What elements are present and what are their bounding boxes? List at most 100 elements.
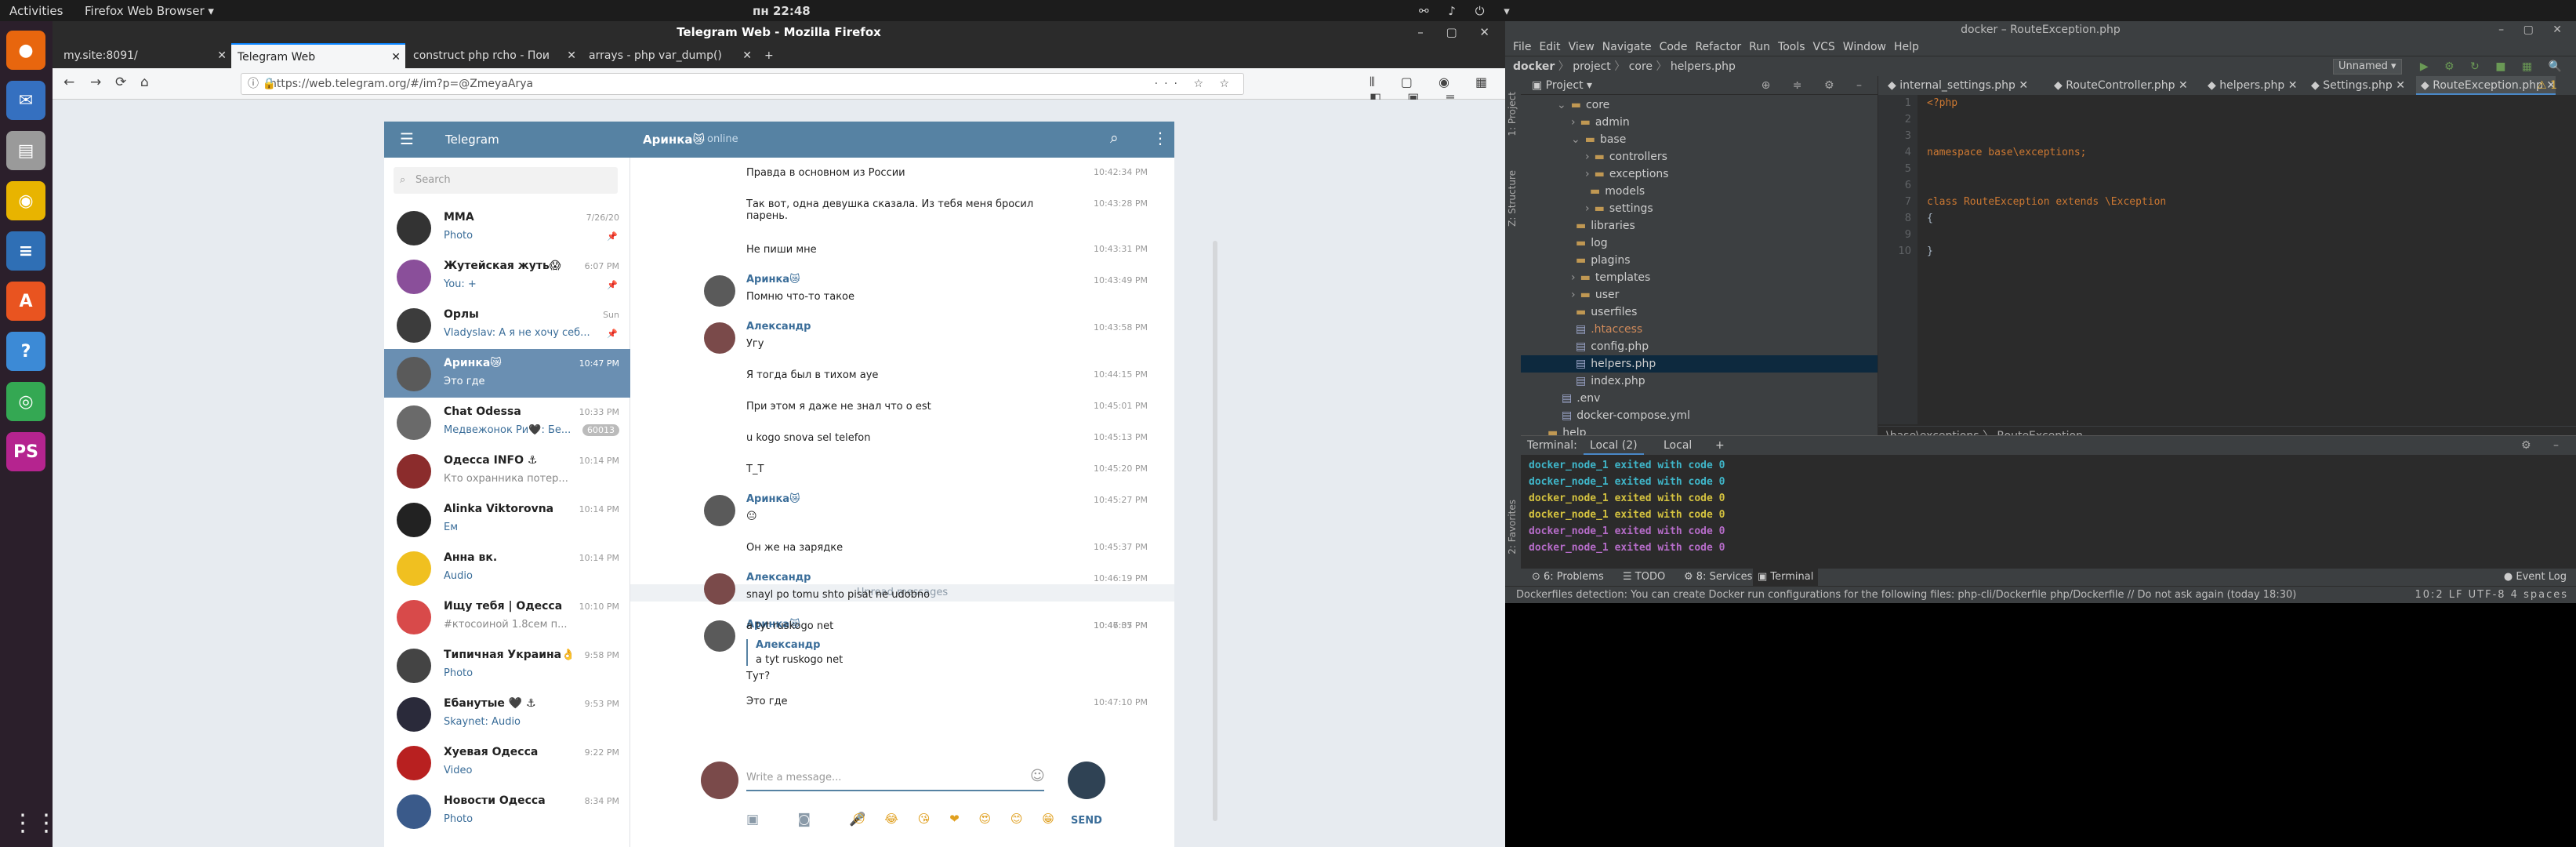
dialog-item[interactable]: Жутейская жуть😱 You: + 6:07 PM 📌 — [384, 252, 630, 300]
tree-node[interactable]: › ▬ templates — [1521, 269, 1878, 286]
menu-item-vcs[interactable]: VCS — [1813, 41, 1835, 53]
tab-construct-php[interactable]: construct php rcho - Пои ✕ — [407, 43, 581, 68]
crumb[interactable]: core — [1629, 60, 1653, 73]
chevron-icon[interactable]: › — [1571, 271, 1576, 284]
message[interactable]: Александр Угу 10:43:58 PM — [630, 319, 1174, 360]
close-icon[interactable]: ✕ — [742, 43, 752, 68]
avatar[interactable] — [397, 405, 431, 440]
code-line[interactable] — [1927, 111, 2166, 128]
message[interactable]: T_T 10:45:20 PM — [630, 460, 1174, 485]
message[interactable]: a tyt ruskogo net 10:46:37 PM — [630, 617, 1174, 642]
phpstorm-icon[interactable]: PS — [6, 432, 45, 471]
menu-item-code[interactable]: Code — [1660, 41, 1688, 53]
chevron-icon[interactable]: › — [1571, 116, 1576, 129]
status-indicators[interactable]: 10:2 LF UTF-8 4 spaces — [2415, 587, 2568, 603]
terminal-line[interactable]: docker_node_1 exited with code 0 — [1529, 493, 1725, 504]
menu-item-navigate[interactable]: Navigate — [1602, 41, 1652, 53]
dialog-item[interactable]: Новости Одесса Photo 8:34 PM — [384, 787, 630, 835]
search-input[interactable]: ⌕ Search — [394, 167, 618, 194]
run-toolbar[interactable]: ▶ ⚙ ↻ ■ ▦ 🔍 — [2420, 56, 2568, 77]
terminal-tab-local[interactable]: Local — [1657, 436, 1698, 455]
status-message[interactable]: Dockerfiles detection: You can create Do… — [1516, 587, 2296, 603]
terminal-line[interactable]: docker_node_1 exited with code 0 — [1529, 460, 1725, 471]
avatar[interactable] — [397, 308, 431, 343]
tree-node[interactable]: ▬ log — [1521, 234, 1878, 252]
message[interactable]: При этом я даже не знал что о est 10:45:0… — [630, 398, 1174, 423]
message-input[interactable]: Write a message... — [746, 765, 1044, 791]
search-icon[interactable]: ⌕ — [1110, 129, 1119, 147]
crumb[interactable]: helpers.php — [1671, 60, 1736, 73]
message[interactable]: Не пиши мне 10:43:31 PM — [630, 241, 1174, 266]
menu-item-view[interactable]: View — [1569, 41, 1595, 53]
chevron-icon[interactable]: › — [1585, 151, 1590, 163]
app-menu[interactable]: Firefox Web Browser ▾ — [85, 4, 214, 18]
project-panel-icons[interactable]: ⊕ ≑ ⚙ – — [1761, 76, 1871, 95]
project-tool-tab[interactable]: 1: Project — [1507, 92, 1518, 136]
avatar[interactable] — [397, 454, 431, 489]
tree-node[interactable]: ▤ config.php — [1521, 338, 1878, 355]
terminal-tab-local-2[interactable]: Local (2) — [1584, 436, 1644, 455]
code-line[interactable] — [1927, 177, 2166, 194]
menu-item-refactor[interactable]: Refactor — [1695, 41, 1741, 53]
rhythmbox-icon[interactable]: ◉ — [6, 181, 45, 220]
code-line[interactable]: class RouteException extends \Exception — [1927, 194, 2166, 210]
writer-icon[interactable]: ≡ — [6, 231, 45, 271]
editor-tab[interactable]: ◆ helpers.php ✕ — [2203, 76, 2297, 95]
quick-emoji-bar[interactable]: 😐 😂 😘 ❤ 😍 😊 😁 — [853, 812, 1062, 826]
tree-node[interactable]: ▤ index.php — [1521, 373, 1878, 390]
avatar[interactable] — [704, 322, 735, 354]
terminal-line[interactable]: docker_node_1 exited with code 0 — [1529, 509, 1725, 521]
dialog-item[interactable]: Типичная Украина👌 Photo 9:58 PM — [384, 641, 630, 689]
avatar[interactable] — [397, 649, 431, 683]
page-actions[interactable]: ··· ☆ ☆ — [1155, 74, 1235, 94]
run-config-select[interactable]: Unnamed ▾ — [2333, 59, 2402, 75]
terminal-line[interactable]: docker_node_1 exited with code 0 — [1529, 542, 1725, 554]
chevron-icon[interactable]: ⌄ — [1571, 133, 1580, 146]
favorites-tool-tab[interactable]: 2: Favorites — [1507, 500, 1518, 554]
add-terminal-button[interactable]: + — [1709, 436, 1731, 455]
avatar[interactable] — [397, 503, 431, 537]
avatar[interactable] — [397, 260, 431, 294]
lock-icon[interactable]: ⓘ 🔒 — [248, 74, 276, 94]
dialog-item[interactable]: Анна вк. Audio 10:14 PM — [384, 543, 630, 592]
avatar[interactable] — [397, 600, 431, 634]
message[interactable]: Так вот, одна девушка сказала. Из тебя м… — [630, 195, 1174, 222]
dialog-item[interactable]: Chat Odessa Медвежонок Ри🖤: Бе... 10:33 PM… — [384, 398, 630, 446]
tree-node[interactable]: ▤ helpers.php — [1521, 355, 1878, 373]
dialog-item[interactable]: MMA Photo 7/26/20 📌 — [384, 203, 630, 252]
dialog-item[interactable]: Хуевая Одесса Video 9:22 PM — [384, 738, 630, 787]
menu-item-help[interactable]: Help — [1894, 41, 1919, 53]
message[interactable]: Аринка😿 😐 10:45:27 PM — [630, 492, 1174, 533]
code-line[interactable] — [1927, 128, 2166, 144]
peer-name[interactable]: Аринка😿 — [643, 133, 705, 147]
project-title[interactable]: ▣ Project ▾ — [1532, 76, 1592, 95]
message-author[interactable]: Александр — [746, 572, 811, 583]
message[interactable]: Аринка😿 Помню что-то такое 10:43:49 PM — [630, 272, 1174, 313]
tree-node[interactable]: › ▬ user — [1521, 286, 1878, 304]
terminal-line[interactable]: docker_node_1 exited with code 0 — [1529, 476, 1725, 488]
reload-button[interactable]: ⟳ — [115, 75, 126, 90]
warning-icon[interactable]: ⚠ 1 — [2537, 76, 2557, 95]
message[interactable]: u kogo snova sel telefon 10:45:13 PM — [630, 429, 1174, 454]
code-line[interactable] — [1927, 227, 2166, 243]
clock[interactable]: пн 22:48 — [753, 4, 811, 18]
avatar[interactable] — [397, 746, 431, 780]
avatar[interactable] — [704, 495, 735, 526]
send-button[interactable]: SEND — [1071, 815, 1102, 827]
tree-node[interactable]: › ▬ exceptions — [1521, 165, 1878, 183]
software-icon[interactable]: A — [6, 282, 45, 321]
dialog-item[interactable]: Аринка😿 Это где 10:47 PM — [384, 349, 630, 398]
chat-scrollbar[interactable] — [1213, 241, 1217, 821]
crumb[interactable]: project — [1573, 60, 1611, 73]
chevron-icon[interactable]: › — [1585, 202, 1590, 215]
tab-arrays-php[interactable]: arrays - php var_dump() ✕ — [582, 43, 756, 68]
reply-quote[interactable]: Александр a tyt ruskogo net — [746, 639, 843, 666]
home-button[interactable]: ⌂ — [140, 75, 149, 90]
message-author[interactable]: Аринка😿 — [746, 493, 800, 505]
close-icon[interactable]: ✕ — [567, 43, 576, 68]
code-area[interactable]: <?php namespace base\exceptions; class Rou… — [1927, 95, 2166, 260]
code-line[interactable]: <?php — [1927, 95, 2166, 111]
problems-tab[interactable]: ⊙ 6: Problems — [1532, 569, 1604, 586]
code-line[interactable] — [1927, 161, 2166, 177]
close-icon[interactable]: ✕ — [2175, 79, 2188, 92]
